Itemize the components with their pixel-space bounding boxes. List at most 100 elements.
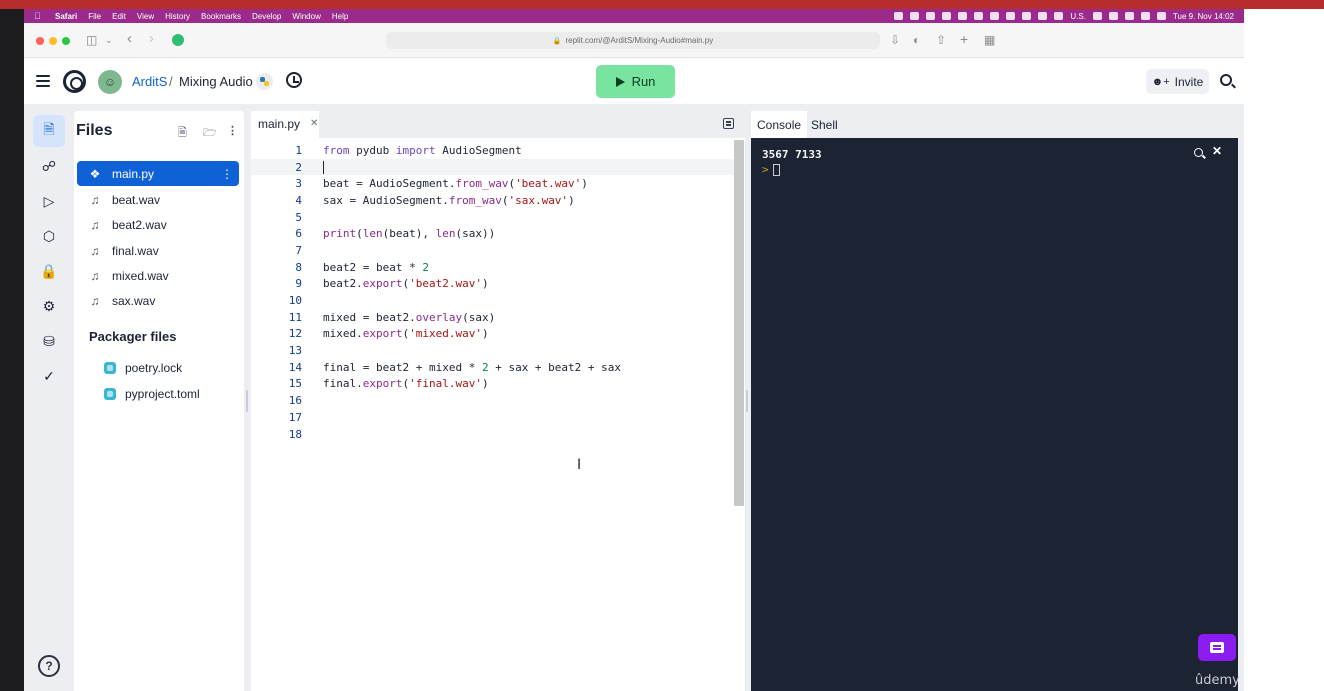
console-search-icon[interactable] <box>1194 148 1203 157</box>
menu-develop[interactable]: Develop <box>252 12 281 21</box>
status-icon[interactable] <box>1022 12 1032 20</box>
menubar-clock[interactable]: Tue 9. Nov 14:02 <box>1173 12 1234 21</box>
file-item-beat-wav[interactable]: ♫ beat.wav <box>77 187 239 212</box>
line-number: 2 <box>295 160 302 174</box>
panel-resize-handle[interactable] <box>746 390 748 412</box>
tab-overview-icon[interactable]: ▦ <box>984 33 995 47</box>
packages-icon[interactable]: ⬡ <box>33 220 65 252</box>
new-file-icon[interactable]: 🗎 <box>178 124 187 143</box>
version-control-icon[interactable]: ☍ <box>33 150 65 182</box>
minimize-window-icon[interactable] <box>49 37 57 45</box>
chat-button[interactable] <box>1198 634 1236 661</box>
menu-bookmarks[interactable]: Bookmarks <box>201 12 241 21</box>
new-folder-icon[interactable]: 🗁 <box>203 124 217 143</box>
status-icon[interactable] <box>1038 12 1048 20</box>
code-text: print(len(beat), len(sax)) <box>323 227 496 241</box>
code-editor[interactable]: 1 from pydub import AudioSegment 2 3 beat … <box>251 142 735 542</box>
editor-scrollbar[interactable] <box>734 140 744 506</box>
history-icon[interactable] <box>286 72 302 88</box>
address-bar[interactable]: 🔒 replit.com/@ArditS/Mixing-Audio#main.p… <box>386 32 880 49</box>
spotlight-icon[interactable] <box>1124 12 1134 20</box>
menubar-status-area: U.S. Tue 9. Nov 14:02 <box>894 12 1244 21</box>
console-prompt[interactable]: > <box>762 163 780 176</box>
status-icon[interactable] <box>910 12 920 20</box>
editor-menu-icon[interactable] <box>723 118 734 129</box>
download-icon[interactable]: ⇩ <box>890 33 900 47</box>
console-output-area[interactable]: 3567 7133 > ✕ ûdemy <box>751 138 1240 691</box>
help-icon[interactable]: ? <box>38 655 60 677</box>
secrets-lock-icon[interactable]: 🔒 <box>33 255 65 287</box>
file-item-main-py[interactable]: ❖ main.py ⋮ <box>77 161 239 186</box>
database-icon[interactable]: ⛁ <box>33 325 65 357</box>
python-language-icon[interactable] <box>256 73 273 90</box>
menu-help[interactable]: Help <box>332 12 348 21</box>
file-item-final-wav[interactable]: ♫ final.wav <box>77 238 239 263</box>
debugger-icon[interactable]: ▷ <box>33 185 65 217</box>
replit-logo-icon[interactable] <box>63 70 86 93</box>
share-icon[interactable]: ⇧ <box>936 33 946 47</box>
back-icon[interactable]: ‹ <box>127 30 132 47</box>
file-item-label: main.py <box>112 166 155 181</box>
python-icon <box>104 388 116 400</box>
privacy-icon[interactable]: ◐ <box>913 33 920 47</box>
files-tool-icon[interactable]: 🗎 <box>33 115 65 147</box>
line-number: 6 <box>295 227 302 241</box>
file-item-beat2-wav[interactable]: ♫ beat2.wav <box>77 212 239 237</box>
dropbox-icon[interactable] <box>926 12 936 20</box>
status-icon[interactable] <box>942 12 952 20</box>
code-line: 8 beat2 = beat * 2 <box>251 259 735 276</box>
line-number: 9 <box>295 277 302 291</box>
lock-icon: 🔒 <box>552 37 562 45</box>
close-tab-icon[interactable]: ✕ <box>310 118 318 129</box>
input-source-label[interactable]: U.S. <box>1070 12 1086 21</box>
bluetooth-icon[interactable] <box>1054 12 1064 20</box>
menu-history[interactable]: History <box>165 12 190 21</box>
code-line: 3 beat = AudioSegment.from_wav('beat.wav'… <box>251 175 735 192</box>
battery-icon[interactable] <box>1092 12 1102 20</box>
menu-view[interactable]: View <box>137 12 154 21</box>
invite-button[interactable]: ☻+ Invite <box>1146 69 1209 94</box>
menu-window[interactable]: Window <box>292 12 320 21</box>
search-icon[interactable] <box>1220 74 1232 86</box>
file-item-pyproject-toml[interactable]: pyproject.toml <box>104 387 200 401</box>
file-item-mixed-wav[interactable]: ♫ mixed.wav <box>77 263 239 288</box>
status-icon[interactable] <box>894 12 904 20</box>
file-options-icon[interactable]: ⋮ <box>221 167 233 181</box>
status-icon[interactable] <box>990 12 1000 20</box>
username-link[interactable]: ArditS <box>132 74 167 89</box>
console-close-icon[interactable]: ✕ <box>1212 144 1222 158</box>
menu-app-name[interactable]: Safari <box>55 12 77 21</box>
tab-console[interactable]: Console <box>751 111 808 138</box>
line-number: 3 <box>295 177 302 191</box>
project-name[interactable]: Mixing Audio <box>179 74 253 89</box>
run-button[interactable]: Run <box>596 65 675 98</box>
status-icon[interactable] <box>1006 12 1016 20</box>
more-options-icon[interactable]: ⋮ <box>227 124 238 137</box>
editor-tab-main-py[interactable]: main.py ✕ <box>251 111 319 138</box>
wifi-icon[interactable] <box>1108 12 1118 20</box>
hamburger-menu-icon[interactable] <box>36 75 50 87</box>
zoom-window-icon[interactable] <box>62 37 70 45</box>
panel-resize-handle[interactable] <box>246 390 248 412</box>
forward-icon[interactable]: › <box>149 30 154 47</box>
file-item-poetry-lock[interactable]: poetry.lock <box>104 361 182 375</box>
chevron-down-icon[interactable]: ⌄ <box>105 35 113 46</box>
checkmark-icon[interactable]: ✓ <box>33 360 65 392</box>
sidebar-toggle-icon[interactable]: ◫ <box>86 33 97 47</box>
siri-icon[interactable] <box>1156 12 1166 20</box>
menu-file[interactable]: File <box>88 12 101 21</box>
apple-icon[interactable]:  <box>34 11 46 21</box>
status-icon[interactable] <box>958 12 968 20</box>
new-tab-icon[interactable]: + <box>960 31 968 47</box>
avatar[interactable]: ☺ <box>98 70 122 94</box>
file-item-sax-wav[interactable]: ♫ sax.wav <box>77 288 239 313</box>
settings-gear-icon[interactable]: ⚙ <box>33 290 65 322</box>
control-center-icon[interactable] <box>1140 12 1150 20</box>
extension-icon[interactable] <box>172 34 184 46</box>
menu-edit[interactable]: Edit <box>112 12 126 21</box>
run-button-label: Run <box>631 74 656 89</box>
tab-shell[interactable]: Shell <box>805 111 844 138</box>
close-window-icon[interactable] <box>36 37 44 45</box>
cloud-icon[interactable] <box>974 12 984 20</box>
code-line: 11 mixed = beat2.overlay(sax) <box>251 309 735 326</box>
